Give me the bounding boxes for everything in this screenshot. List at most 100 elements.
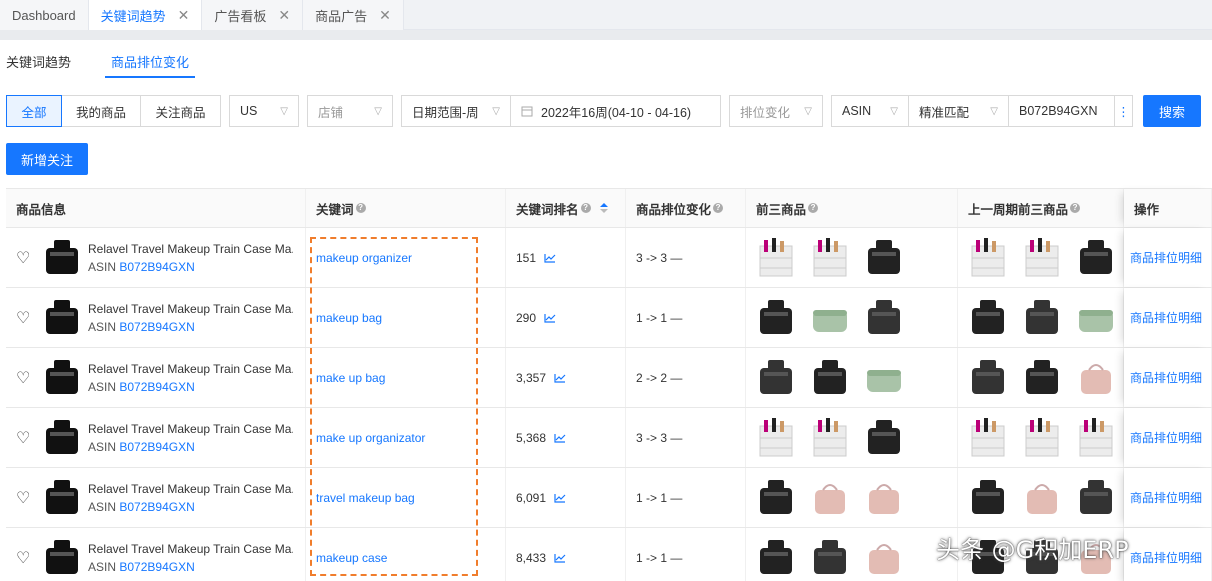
product-thumbnail[interactable] [756, 536, 796, 580]
header-label: 操作 [1134, 199, 1159, 218]
line-chart-icon[interactable] [554, 373, 566, 383]
prev-top3-cell [958, 408, 1124, 467]
rank-detail-link[interactable]: 商品排位明细 [1130, 249, 1202, 266]
heart-icon[interactable]: ♡ [16, 308, 34, 328]
date-picker[interactable]: 2022年16周(04-10 - 04-16) [511, 95, 721, 127]
product-thumbnail[interactable] [756, 356, 796, 400]
product-thumbnail[interactable] [968, 356, 1008, 400]
more-vertical-icon[interactable]: ⋮ [1115, 95, 1133, 127]
question-circle-icon[interactable]: ? [356, 203, 366, 213]
line-chart-icon[interactable] [544, 253, 556, 263]
line-chart-icon[interactable] [554, 433, 566, 443]
keyword-link[interactable]: make up organizator [316, 431, 425, 445]
product-thumbnail[interactable] [1076, 356, 1116, 400]
asin-link[interactable]: B072B94GXN [119, 320, 194, 334]
product-thumbnail[interactable] [810, 356, 850, 400]
tab-ad-dashboard[interactable]: 广告看板✕ [202, 0, 303, 30]
product-thumbnail[interactable] [864, 296, 904, 340]
question-circle-icon[interactable]: ? [1070, 203, 1080, 213]
rank-detail-link[interactable]: 商品排位明细 [1130, 309, 1202, 326]
marketplace-select[interactable]: US▽ [229, 95, 299, 127]
sort-icon[interactable] [599, 202, 609, 214]
product-thumbnail[interactable] [864, 476, 904, 520]
id-type-select[interactable]: ASIN▽ [831, 95, 909, 127]
keyword-link[interactable]: makeup case [316, 551, 387, 565]
product-thumbnail[interactable] [968, 416, 1008, 460]
rank-detail-link[interactable]: 商品排位明细 [1130, 549, 1202, 566]
product-thumbnail[interactable] [1022, 356, 1062, 400]
product-thumbnail[interactable] [756, 476, 796, 520]
close-icon[interactable]: ✕ [178, 7, 190, 24]
product-thumbnail[interactable] [810, 476, 850, 520]
heart-icon[interactable]: ♡ [16, 548, 34, 568]
scope-all-button[interactable]: 全部 [6, 95, 62, 127]
store-select[interactable]: 店铺▽ [307, 95, 393, 127]
keyword-link[interactable]: makeup organizer [316, 251, 412, 265]
subtab-keyword-trend[interactable]: 关键词趋势 [0, 44, 77, 78]
line-chart-icon[interactable] [554, 553, 566, 563]
rank-detail-link[interactable]: 商品排位明细 [1130, 369, 1202, 386]
question-circle-icon[interactable]: ? [581, 203, 591, 213]
subtab-rank-change[interactable]: 商品排位变化 [105, 44, 195, 78]
tab-product-ads[interactable]: 商品广告✕ [303, 0, 404, 30]
heart-icon[interactable]: ♡ [16, 488, 34, 508]
keyword-link[interactable]: make up bag [316, 371, 385, 385]
product-thumbnail[interactable] [756, 236, 796, 280]
heart-icon[interactable]: ♡ [16, 248, 34, 268]
rank-detail-link[interactable]: 商品排位明细 [1130, 489, 1202, 506]
product-thumbnail[interactable] [864, 536, 904, 580]
header-label: 商品信息 [16, 199, 66, 218]
match-type-select[interactable]: 精准匹配▽ [909, 95, 1009, 127]
product-thumbnail[interactable] [810, 296, 850, 340]
product-thumbnail[interactable] [1022, 416, 1062, 460]
tab-dashboard[interactable]: Dashboard [0, 0, 89, 30]
heart-icon[interactable]: ♡ [16, 428, 34, 448]
close-icon[interactable]: ✕ [379, 7, 391, 24]
product-thumbnail[interactable] [1022, 296, 1062, 340]
product-thumbnail[interactable] [1076, 416, 1116, 460]
line-chart-icon[interactable] [544, 313, 556, 323]
search-button[interactable]: 搜索 [1143, 95, 1201, 127]
add-follow-button[interactable]: 新增关注 [6, 143, 88, 175]
scope-followed-button[interactable]: 关注商品 [141, 95, 221, 127]
close-icon[interactable]: ✕ [278, 7, 290, 24]
chevron-down-icon: ▽ [890, 106, 898, 117]
asin-link[interactable]: B072B94GXN [119, 260, 194, 274]
product-thumbnail[interactable] [1022, 236, 1062, 280]
product-thumbnail[interactable] [1076, 296, 1116, 340]
col-keyword-rank[interactable]: 关键词排名? [506, 189, 626, 227]
product-thumbnail[interactable] [864, 416, 904, 460]
product-thumbnail[interactable] [810, 236, 850, 280]
header-label: 上一周期前三商品 [968, 199, 1068, 218]
product-thumbnail[interactable] [756, 416, 796, 460]
date-range-type-select[interactable]: 日期范围-周▽ [401, 95, 511, 127]
chevron-down-icon: ▽ [374, 106, 382, 117]
asin-link[interactable]: B072B94GXN [119, 560, 194, 574]
keyword-link[interactable]: makeup bag [316, 311, 382, 325]
keyword-link[interactable]: travel makeup bag [316, 491, 415, 505]
question-circle-icon[interactable]: ? [808, 203, 818, 213]
asin-link[interactable]: B072B94GXN [119, 500, 194, 514]
product-thumbnail[interactable] [1076, 236, 1116, 280]
product-thumbnail[interactable] [1022, 476, 1062, 520]
line-chart-icon[interactable] [554, 493, 566, 503]
product-thumbnail[interactable] [810, 416, 850, 460]
scope-my-products-button[interactable]: 我的商品 [62, 95, 141, 127]
product-thumbnail[interactable] [968, 236, 1008, 280]
rank-change-select[interactable]: 排位变化▽ [729, 95, 823, 127]
search-input[interactable]: B072B94GXN [1009, 95, 1115, 127]
product-thumbnail[interactable] [756, 296, 796, 340]
product-thumbnail[interactable] [864, 356, 904, 400]
question-circle-icon[interactable]: ? [713, 203, 723, 213]
asin-link[interactable]: B072B94GXN [119, 380, 194, 394]
product-thumbnail[interactable] [968, 476, 1008, 520]
rank-detail-link[interactable]: 商品排位明细 [1130, 429, 1202, 446]
product-thumbnail[interactable] [1076, 476, 1116, 520]
product-thumbnail[interactable] [864, 236, 904, 280]
heart-icon[interactable]: ♡ [16, 368, 34, 388]
tab-keyword-trend[interactable]: 关键词趋势✕ [89, 0, 203, 30]
asin-link[interactable]: B072B94GXN [119, 440, 194, 454]
product-thumbnail[interactable] [810, 536, 850, 580]
product-thumbnail[interactable] [968, 296, 1008, 340]
product-thumbnail [42, 416, 82, 460]
